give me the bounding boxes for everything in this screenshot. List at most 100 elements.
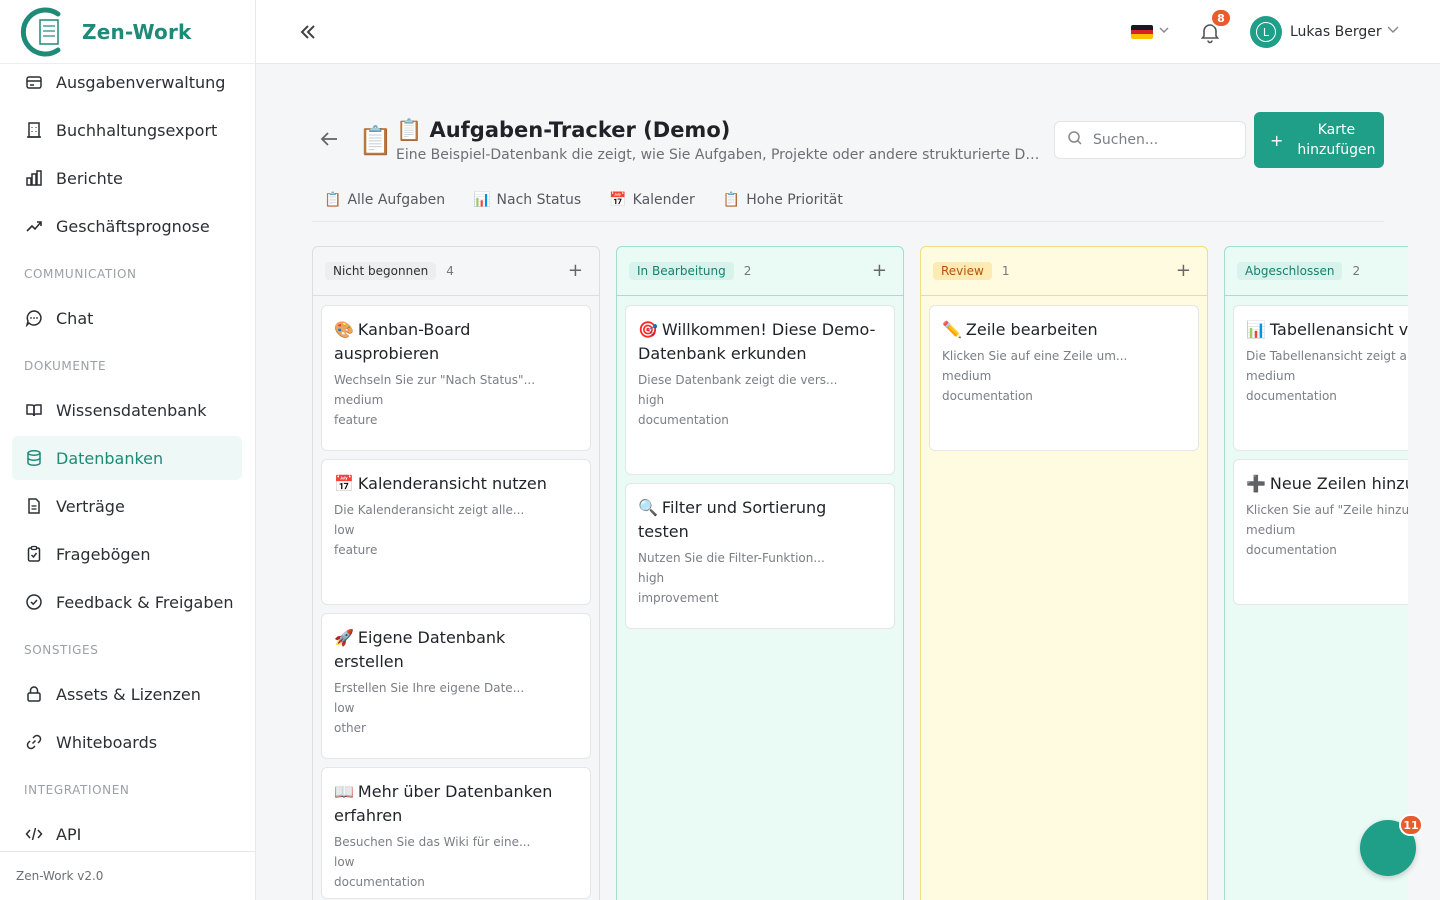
add-icon[interactable]: + [568,260,583,281]
calendar-icon: 📅 [609,192,627,208]
sidebar-item-label: Wissensdatenbank [56,400,207,420]
sidebar-item-datenbanken[interactable]: Datenbanken [12,436,242,480]
card-title-text: Kanban-Board ausprobieren [334,320,471,363]
tab-label: Alle Aufgaben [347,192,446,208]
card-title: 🚀 Eigene Datenbank erstellen [334,626,578,674]
version-label: Zen-Work v2.0 [0,851,255,900]
section-label-sonstiges: SONSTIGES [24,643,99,657]
chevron-down-icon[interactable] [1158,24,1170,39]
kanban-card[interactable]: 🎨 Kanban-Board ausprobieren Wechseln Sie … [321,305,591,451]
card-priority: low [334,523,355,537]
search-box[interactable] [1054,121,1246,159]
column-count: 1 [1001,264,1010,278]
add-icon[interactable]: + [872,260,887,281]
page-description: Eine Beispiel-Datenbank die zeigt, wie S… [396,147,1041,163]
sidebar-item-api[interactable]: API [12,812,242,856]
column-review: Review 1 + ✏️ Zeile bearbeiten Klicken Si… [920,246,1208,900]
kanban-card[interactable]: 📊Tabellenansicht verwenden Die Tabellena… [1233,305,1408,451]
kanban-card[interactable]: 🎯 Willkommen! Diese Demo-Datenbank erkund… [625,305,895,475]
kanban-card[interactable]: 📅 Kalenderansicht nutzen Die Kalenderansi… [321,459,591,605]
column-header: In Bearbeitung 2 + [617,247,903,296]
card-description: Klicken Sie auf eine Zeile um... [942,349,1128,363]
notification-badge: 8 [1210,8,1232,28]
tab-kalender[interactable]: 📅 Kalender [609,192,695,208]
clipboard-icon: 📋 [324,192,342,208]
sidebar-item-label: Berichte [56,168,123,188]
clipboard-icon: 📋 [722,192,741,208]
column-header: Nicht begonnen 4 + [313,247,599,296]
user-name[interactable]: Lukas Berger [1290,24,1382,40]
sidebar-item-wissensdatenbank[interactable]: Wissensdatenbank [12,388,242,432]
sidebar-item-ausgabenverwaltung[interactable]: Ausgabenverwaltung [12,60,242,104]
sidebar-item-assets-lizenzen[interactable]: Assets & Lizenzen [12,672,242,716]
wallet-icon [24,72,44,92]
kanban-card[interactable]: 🔍 Filter und Sortierung testen Nutzen Sie… [625,483,895,629]
avatar[interactable]: L [1250,16,1282,48]
tab-label: Hohe Priorität [746,192,843,208]
kanban-card[interactable]: ✏️ Zeile bearbeiten Klicken Sie auf eine … [929,305,1199,451]
sidebar-item-chat[interactable]: Chat [12,296,242,340]
card-title: ✏️ Zeile bearbeiten [942,318,1186,342]
bar-chart-icon: 📊 [1246,320,1266,339]
card-title-text: Zeile bearbeiten [965,320,1098,339]
card-description: Wechseln Sie zur "Nach Status"... [334,373,536,387]
pencil-icon: ✏️ [942,320,962,339]
chevron-down-icon[interactable] [1386,22,1400,40]
sidebar-item-label: Ausgabenverwaltung [56,72,226,92]
sidebar-item-geschaeftsprognose[interactable]: Geschäftsprognose [12,204,242,248]
sidebar-item-label: Feedback & Freigaben [56,592,234,612]
section-label-integrationen: INTEGRATIONEN [24,783,130,797]
tab-nach-status[interactable]: 📊 Nach Status [473,192,581,208]
card-title-text: Kalenderansicht nutzen [357,474,547,493]
card-priority: high [638,393,665,407]
card-priority: medium [942,369,992,383]
calendar-icon: 📅 [334,474,354,493]
search-input[interactable] [1093,132,1233,148]
sidebar-item-vertraege[interactable]: Verträge [12,484,242,528]
chat-badge: 11 [1399,814,1423,836]
column-header: Review 1 + [921,247,1207,296]
card-title: 📅 Kalenderansicht nutzen [334,472,578,496]
sidebar-item-frageboegen[interactable]: Fragebögen [12,532,242,576]
chat-icon [24,308,44,328]
column-in-bearbeitung: In Bearbeitung 2 + 🎯 Willkommen! Diese De… [616,246,904,900]
tab-alle-aufgaben[interactable]: 📋 Alle Aufgaben [324,192,445,208]
view-tabs: 📋 Alle Aufgaben 📊 Nach Status 📅 Kalender 📋 H… [324,192,871,208]
sidebar-item-label: Verträge [56,496,125,516]
add-card-button[interactable]: + Karte hinzufügen [1254,112,1384,168]
card-priority: medium [1246,369,1296,383]
clipboard-check-icon [24,544,44,564]
card-description: Klicken Sie auf "Zeile hinzufü... [1246,503,1408,517]
status-badge: Review [933,262,992,280]
sidebar-item-whiteboards[interactable]: Whiteboards [12,720,242,764]
plus-icon: ➕ [1246,474,1266,493]
sidebar-item-berichte[interactable]: Berichte [12,156,242,200]
tab-hohe-prioritaet[interactable]: 📋 Hohe Priorität [723,192,843,208]
column-nicht-begonnen: Nicht begonnen 4 + 🎨 Kanban-Board ausprob… [312,246,600,900]
back-arrow-icon[interactable] [318,128,340,156]
kanban-card[interactable]: ➕Neue Zeilen hinzufügen Klicken Sie auf … [1233,459,1408,605]
language-flag-icon[interactable] [1131,25,1153,39]
sidebar-item-buchhaltungsexport[interactable]: Buchhaltungsexport [12,108,242,152]
card-priority: low [334,855,355,869]
sidebar-item-feedback-freigaben[interactable]: Feedback & Freigaben [12,580,242,624]
avatar-initial: L [1256,22,1276,42]
card-title-text: Neue Zeilen hinzufügen [1269,474,1408,493]
link-icon [24,732,44,752]
logo[interactable]: Zen-Work [0,0,255,64]
divider [312,221,1384,222]
kanban-board: Nicht begonnen 4 + 🎨 Kanban-Board ausprob… [312,246,1408,900]
card-type: improvement [638,591,719,605]
palette-icon: 🎨 [334,320,354,339]
bar-chart-icon: 📊 [473,192,491,208]
kanban-card[interactable]: 🚀 Eigene Datenbank erstellen Erstellen Si… [321,613,591,759]
card-description: Diese Datenbank zeigt die vers... [638,373,838,387]
card-type: feature [334,543,378,557]
target-icon: 🎯 [638,320,658,339]
column-count: 2 [743,264,752,278]
column-count: 4 [446,264,454,278]
app-name: Zen-Work [82,19,192,44]
kanban-card[interactable]: 📖 Mehr über Datenbanken erfahren Besuchen… [321,767,591,899]
add-icon[interactable]: + [1176,260,1191,281]
collapse-sidebar-icon[interactable] [296,20,320,44]
